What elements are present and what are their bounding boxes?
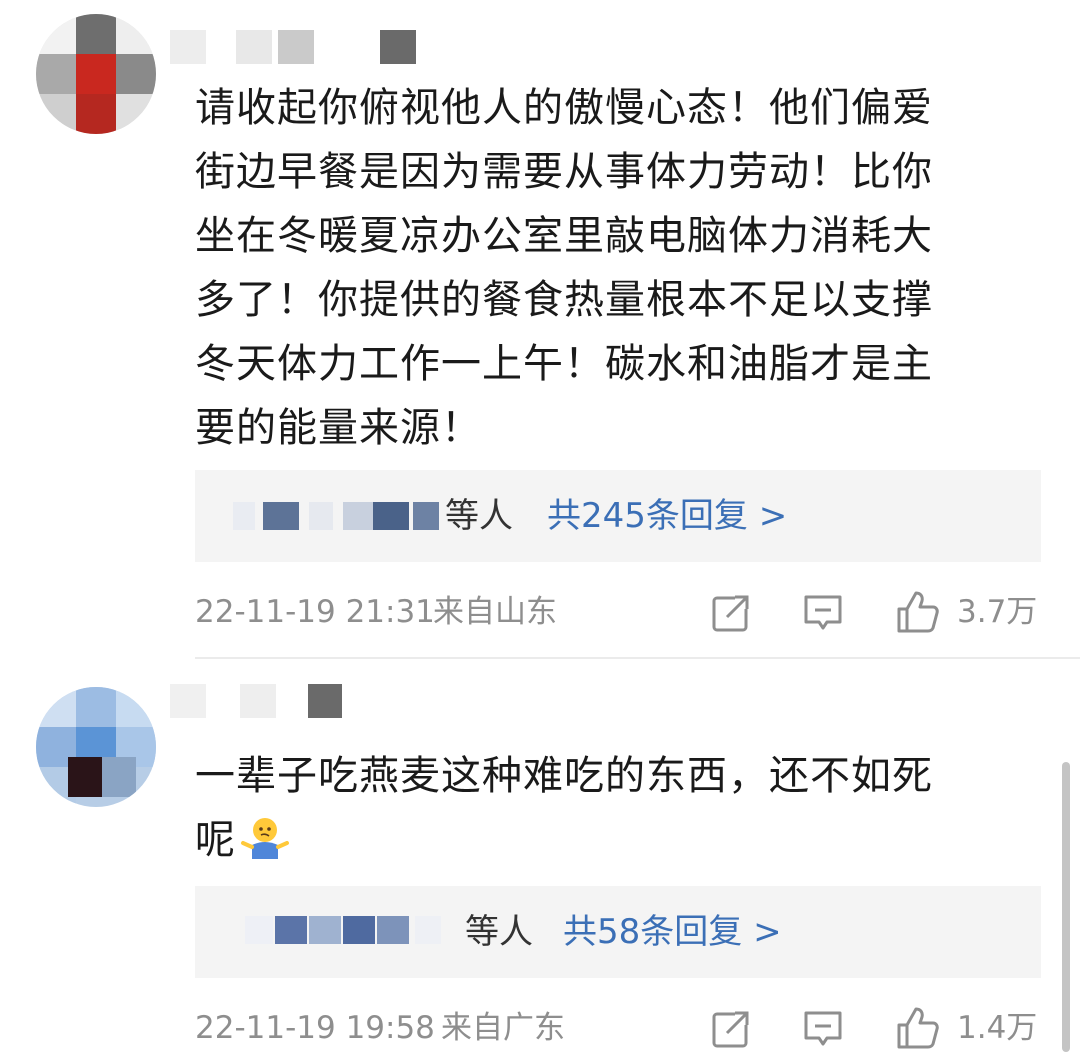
reply-count-link[interactable]: 共245条回复 > xyxy=(547,492,787,540)
avatar[interactable] xyxy=(36,687,156,807)
comment-line: 冬天体力工作一上午！碳水和油脂才是主 xyxy=(195,341,933,387)
share-icon[interactable] xyxy=(711,593,751,633)
username[interactable] xyxy=(170,30,420,64)
share-icon[interactable] xyxy=(711,1009,751,1049)
comment-line: 一辈子吃燕麦这种难吃的东西，还不如死 xyxy=(195,753,933,799)
location: 来自山东 xyxy=(433,594,557,630)
timestamp: 22-11-19 21:31 xyxy=(195,594,435,630)
username[interactable] xyxy=(170,684,420,718)
comment-line-text: 呢 xyxy=(195,817,236,863)
comment-line: 多了！你提供的餐食热量根本不足以支撑 xyxy=(195,277,933,323)
like-icon[interactable] xyxy=(895,1005,941,1051)
comment-icon[interactable] xyxy=(803,593,843,633)
reply-count-link[interactable]: 共58条回复 > xyxy=(563,908,782,956)
reply-suffix: 等人 xyxy=(465,912,533,952)
comment-line: 请收起你俯视他人的傲慢心态！他们偏爱 xyxy=(195,85,933,131)
timestamp: 22-11-19 19:58 xyxy=(195,1010,435,1046)
comment-icon[interactable] xyxy=(803,1009,843,1049)
comment-line: 呢 xyxy=(195,808,1015,872)
like-count: 3.7万 xyxy=(957,594,1038,630)
reply-suffix: 等人 xyxy=(445,496,513,536)
comment-item: 请收起你俯视他人的傲慢心态！他们偏爱 街边早餐是因为需要从事体力劳动！比你 坐在… xyxy=(0,0,1080,655)
reply-usernames xyxy=(245,916,475,944)
reply-summary[interactable]: 等人 共245条回复 > xyxy=(195,470,1041,562)
avatar[interactable] xyxy=(36,14,156,134)
reply-usernames xyxy=(223,502,453,530)
shrug-emoji-icon xyxy=(241,818,289,859)
comment-line: 要的能量来源！ xyxy=(195,405,482,451)
like-count: 1.4万 xyxy=(957,1010,1038,1046)
comment-text: 请收起你俯视他人的傲慢心态！他们偏爱 街边早餐是因为需要从事体力劳动！比你 坐在… xyxy=(195,76,1015,460)
divider xyxy=(195,657,1080,659)
location: 来自广东 xyxy=(441,1010,565,1046)
like-icon[interactable] xyxy=(895,589,941,635)
comment-item: 一辈子吃燕麦这种难吃的东西，还不如死 呢 等人 共58条回复 > 22-11-1… xyxy=(0,660,1080,1059)
comment-text: 一辈子吃燕麦这种难吃的东西，还不如死 呢 xyxy=(195,744,1015,872)
comment-line: 坐在冬暖夏凉办公室里敲电脑体力消耗大 xyxy=(195,213,933,259)
comment-line: 街边早餐是因为需要从事体力劳动！比你 xyxy=(195,149,933,195)
comment-meta: 22-11-19 21:31 来自山东 3.7万 xyxy=(195,587,1045,637)
scrollbar[interactable] xyxy=(1062,762,1070,1052)
comment-meta: 22-11-19 19:58 来自广东 1.4万 xyxy=(195,1003,1045,1053)
reply-summary[interactable]: 等人 共58条回复 > xyxy=(195,886,1041,978)
